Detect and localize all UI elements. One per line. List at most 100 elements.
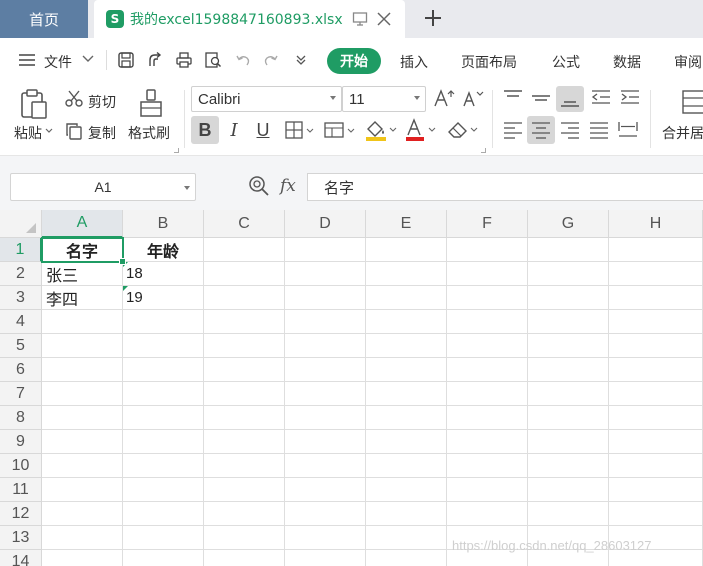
save-icon[interactable] [117,51,135,69]
copy-button[interactable]: 复制 [88,123,116,143]
cell-f5[interactable] [447,334,528,358]
format-painter-button[interactable]: 格式刷 [128,123,170,143]
cell-f1[interactable] [447,238,528,262]
column-header-a[interactable]: A [42,210,123,238]
cell-d2[interactable] [285,262,366,286]
cell-h1[interactable] [609,238,703,262]
cell-g5[interactable] [528,334,609,358]
close-icon[interactable] [376,11,392,27]
cell-d3[interactable] [285,286,366,310]
menu-tab-review[interactable]: 审阅 [674,52,702,72]
cell-c10[interactable] [204,454,285,478]
cell-g6[interactable] [528,358,609,382]
cell-b7[interactable] [123,382,204,406]
cell-g4[interactable] [528,310,609,334]
column-header-g[interactable]: G [528,210,609,238]
tab-workbook[interactable]: S 我的excel1598847160893.xlsx [94,0,405,38]
cell-e14[interactable] [366,550,447,566]
cell-c8[interactable] [204,406,285,430]
cell-b5[interactable] [123,334,204,358]
font-size-select[interactable]: 11 [342,86,426,112]
cell-e3[interactable] [366,286,447,310]
cell-f6[interactable] [447,358,528,382]
increase-font-size-icon[interactable] [433,88,455,108]
menu-tab-start[interactable]: 开始 [327,48,381,74]
insert-function-button[interactable]: fx [280,176,296,196]
cell-a12[interactable] [42,502,123,526]
cell-c7[interactable] [204,382,285,406]
cell-d12[interactable] [285,502,366,526]
cell-e11[interactable] [366,478,447,502]
cell-h4[interactable] [609,310,703,334]
decrease-font-size-icon[interactable] [462,88,484,108]
cell-e13[interactable] [366,526,447,550]
cell-c6[interactable] [204,358,285,382]
row-header-7[interactable]: 7 [0,382,42,406]
cell-b4[interactable] [123,310,204,334]
cell-h12[interactable] [609,502,703,526]
column-header-f[interactable]: F [447,210,528,238]
cell-a2[interactable]: 张三 [42,262,123,286]
cell-c4[interactable] [204,310,285,334]
group-launcher-icon[interactable] [174,148,179,153]
cell-e2[interactable] [366,262,447,286]
cell-a10[interactable] [42,454,123,478]
justify-icon[interactable] [588,120,610,140]
cell-g3[interactable] [528,286,609,310]
cell-d11[interactable] [285,478,366,502]
cell-a11[interactable] [42,478,123,502]
print-icon[interactable] [175,51,193,69]
cell-h9[interactable] [609,430,703,454]
cell-b9[interactable] [123,430,204,454]
formula-input[interactable]: 名字 [307,173,703,201]
name-box[interactable]: A1 [10,173,196,201]
menu-file[interactable]: 文件 [44,52,72,72]
chevron-down-icon[interactable] [45,128,53,134]
cell-d6[interactable] [285,358,366,382]
cell-h7[interactable] [609,382,703,406]
cell-a6[interactable] [42,358,123,382]
cell-b13[interactable] [123,526,204,550]
cell-a14[interactable] [42,550,123,566]
menu-tab-page-layout[interactable]: 页面布局 [461,52,517,72]
cell-e7[interactable] [366,382,447,406]
zoom-search-icon[interactable] [248,175,270,197]
menu-tab-formulas[interactable]: 公式 [552,52,580,72]
cell-d4[interactable] [285,310,366,334]
row-header-5[interactable]: 5 [0,334,42,358]
group-launcher-icon[interactable] [481,148,486,153]
cell-e8[interactable] [366,406,447,430]
copy-icon[interactable] [65,122,83,140]
cell-c1[interactable] [204,238,285,262]
cell-f3[interactable] [447,286,528,310]
decrease-indent-icon[interactable] [590,88,612,108]
font-name-select[interactable]: Calibri [191,86,342,112]
cell-c13[interactable] [204,526,285,550]
paste-button[interactable]: 粘贴 [14,123,42,143]
row-header-6[interactable]: 6 [0,358,42,382]
cell-a3[interactable]: 李四 [42,286,123,310]
monitor-icon[interactable] [352,11,368,27]
borders-icon[interactable] [285,120,315,140]
cell-b6[interactable] [123,358,204,382]
cell-g9[interactable] [528,430,609,454]
customize-toolbar-icon[interactable] [295,54,307,66]
column-header-e[interactable]: E [366,210,447,238]
hamburger-icon[interactable] [18,53,36,67]
merge-center-button[interactable]: 合并居 [662,123,703,143]
row-header-13[interactable]: 13 [0,526,42,550]
row-header-4[interactable]: 4 [0,310,42,334]
column-header-c[interactable]: C [204,210,285,238]
cell-h10[interactable] [609,454,703,478]
row-header-3[interactable]: 3 [0,286,42,310]
cell-g1[interactable] [528,238,609,262]
align-left-icon[interactable] [502,120,524,140]
eraser-icon[interactable] [446,118,480,142]
align-top-icon[interactable] [502,88,524,108]
menu-tab-insert[interactable]: 插入 [400,52,428,72]
row-header-2[interactable]: 2 [0,262,42,286]
paste-icon[interactable] [18,88,50,120]
cell-h5[interactable] [609,334,703,358]
cell-d9[interactable] [285,430,366,454]
print-preview-icon[interactable] [204,51,222,69]
